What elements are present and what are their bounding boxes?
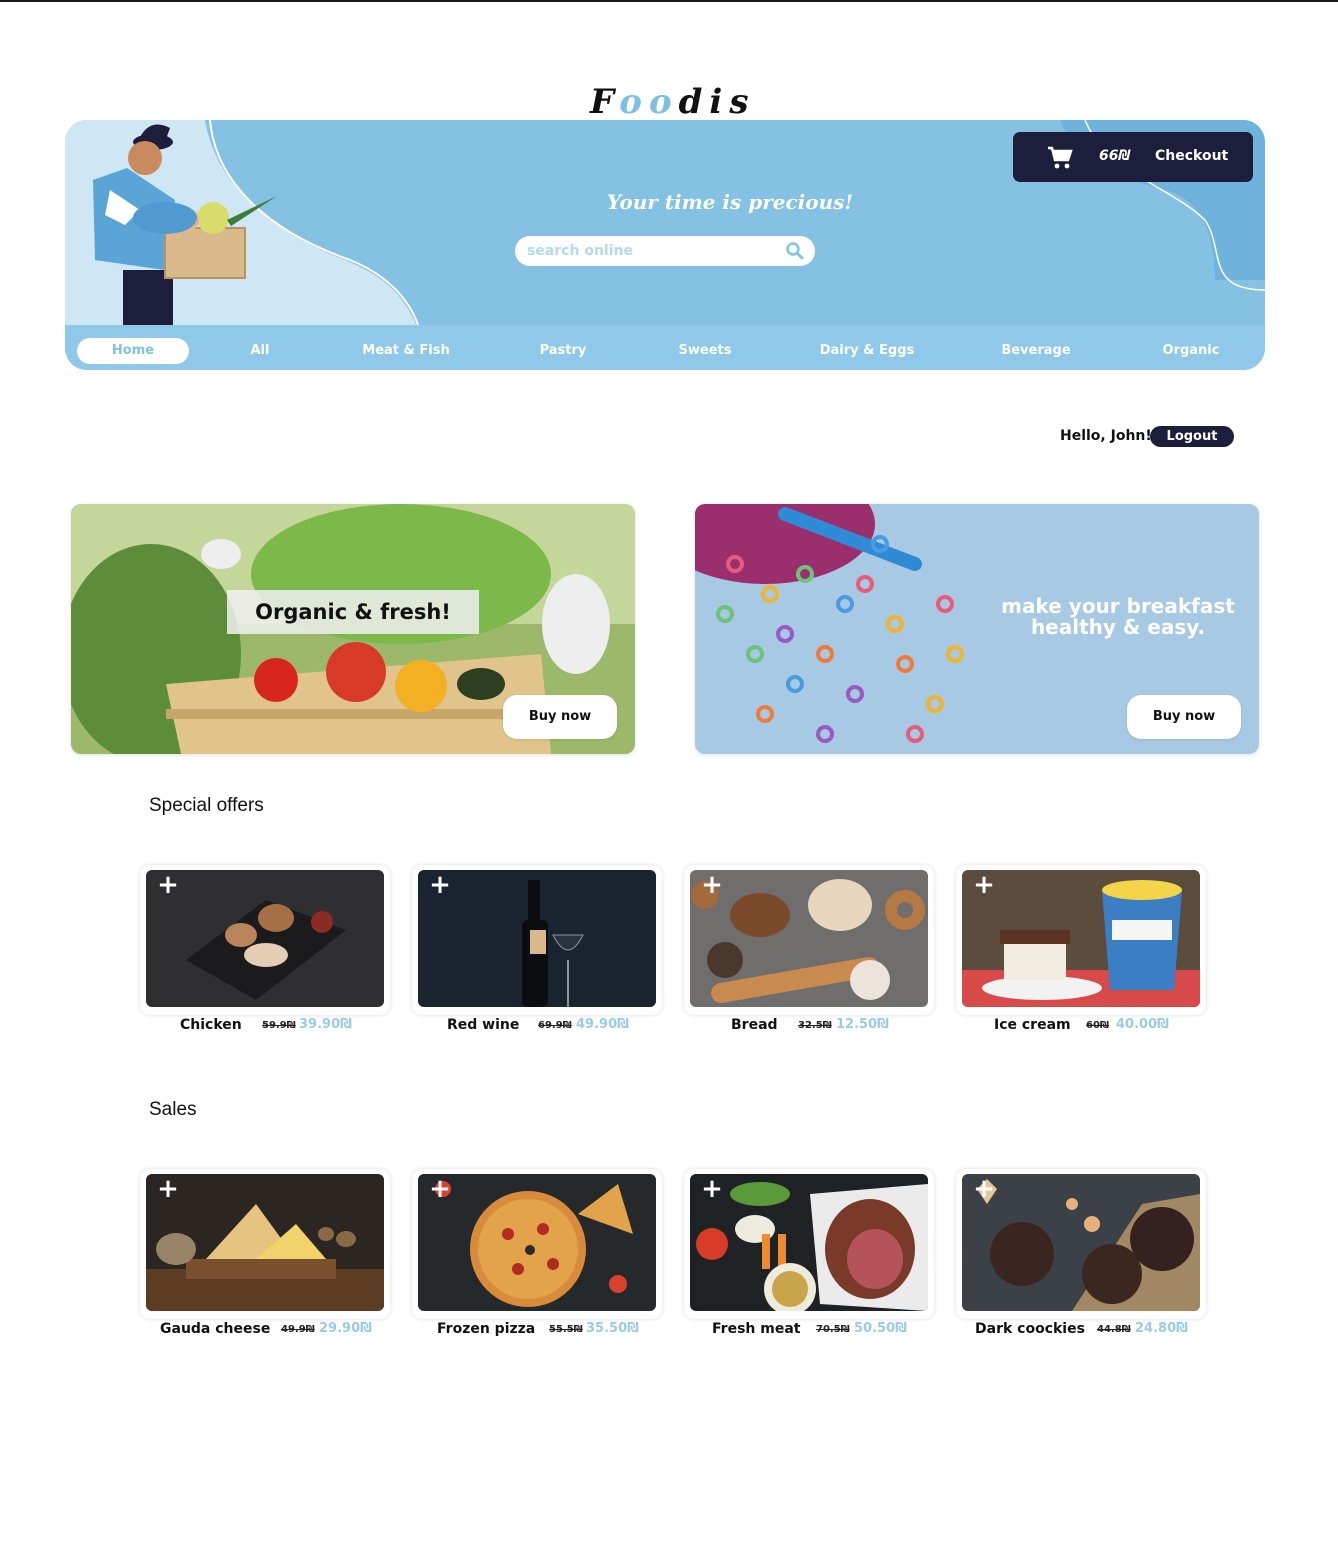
chicken-image (146, 870, 384, 1007)
add-to-cart-icon[interactable]: + (972, 1176, 996, 1202)
top-border (0, 0, 1338, 2)
new-price: 35.50₪ (586, 1321, 639, 1336)
add-to-cart-icon[interactable]: + (156, 1176, 180, 1202)
product-name: Ice cream (994, 1017, 1071, 1033)
new-price: 50.50₪ (854, 1321, 907, 1336)
add-to-cart-icon[interactable]: + (700, 1176, 724, 1202)
special-offers-title: Special offers (149, 795, 264, 816)
product-card-gauda-cheese[interactable]: + (140, 1169, 390, 1319)
new-price: 40.00₪ (1116, 1017, 1169, 1032)
nav-item-dairy-eggs[interactable]: Dairy & Eggs (815, 338, 919, 364)
nav-item-meat-fish[interactable]: Meat & Fish (355, 338, 457, 364)
promo-organic[interactable]: Organic & fresh! Buy now (71, 504, 635, 754)
old-price: 32.5₪ (798, 1020, 832, 1031)
logout-button[interactable]: Logout (1150, 426, 1234, 447)
product-card-ice-cream[interactable]: + (956, 865, 1206, 1015)
promo-organic-label: Organic & fresh! (227, 590, 479, 634)
product-name: Frozen pizza (437, 1321, 536, 1337)
product-name: Bread (731, 1017, 778, 1033)
search-bar[interactable] (515, 236, 815, 266)
old-price: 44.8₪ (1097, 1324, 1131, 1335)
sales-title: Sales (149, 1099, 197, 1120)
nav-item-beverage[interactable]: Beverage (993, 338, 1079, 364)
new-price: 39.90₪ (299, 1017, 352, 1032)
promo-breakfast[interactable]: make your breakfast healthy & easy. Buy … (695, 504, 1259, 754)
bread-image (690, 870, 928, 1007)
search-input[interactable] (527, 240, 777, 262)
product-name: Gauda cheese (160, 1321, 271, 1337)
old-price: 60₪ (1086, 1020, 1109, 1031)
product-name: Fresh meat (712, 1321, 801, 1337)
product-card-fresh-meat[interactable]: + (684, 1169, 934, 1319)
add-to-cart-icon[interactable]: + (972, 872, 996, 898)
buy-now-button[interactable]: Buy now (1127, 695, 1241, 739)
user-greeting: Hello, John! (1060, 428, 1152, 444)
add-to-cart-icon[interactable]: + (156, 872, 180, 898)
nav-item-sweets[interactable]: Sweets (665, 338, 745, 364)
add-to-cart-icon[interactable]: + (428, 1176, 452, 1202)
search-icon[interactable] (785, 241, 805, 261)
checkout-button[interactable]: Checkout (1155, 148, 1228, 164)
cart-icon[interactable] (1047, 146, 1073, 170)
nav-item-home[interactable]: Home (77, 338, 189, 364)
cookies-image (962, 1174, 1200, 1311)
add-to-cart-icon[interactable]: + (428, 872, 452, 898)
product-card-chicken[interactable]: + (140, 865, 390, 1015)
old-price: 49.9₪ (281, 1324, 315, 1335)
nav-item-pastry[interactable]: Pastry (525, 338, 601, 364)
cart-total: 66₪ (1099, 148, 1131, 164)
nav-item-all[interactable]: All (230, 338, 290, 364)
cheese-image (146, 1174, 384, 1311)
old-price: 69.9₪ (538, 1020, 572, 1031)
nav-item-organic[interactable]: Organic (1151, 338, 1231, 364)
new-price: 12.50₪ (836, 1017, 889, 1032)
foodis-logo[interactable]: Foodis (590, 80, 749, 124)
add-to-cart-icon[interactable]: + (700, 872, 724, 898)
product-card-bread[interactable]: + (684, 865, 934, 1015)
category-nav: Home All Meat & Fish Pastry Sweets Dairy… (65, 325, 1265, 370)
old-price: 55.5₪ (549, 1324, 583, 1335)
meat-image (690, 1174, 928, 1311)
header-banner: Your time is precious! 66₪ Checkout Home… (65, 120, 1265, 370)
product-name: Dark coockies (975, 1321, 1085, 1337)
tagline: Your time is precious! (606, 190, 854, 214)
product-card-frozen-pizza[interactable]: + (412, 1169, 662, 1319)
old-price: 59.9₪ (262, 1020, 296, 1031)
old-price: 70.5₪ (816, 1324, 850, 1335)
product-name: Chicken (180, 1017, 242, 1033)
product-name: Red wine (447, 1017, 520, 1033)
pizza-image (418, 1174, 656, 1311)
cart-checkout-box[interactable]: 66₪ Checkout (1013, 132, 1253, 182)
new-price: 49.90₪ (576, 1017, 629, 1032)
product-card-red-wine[interactable]: + (412, 865, 662, 1015)
ice-cream-image (962, 870, 1200, 1007)
red-wine-image (418, 870, 656, 1007)
new-price: 24.80₪ (1135, 1321, 1188, 1336)
new-price: 29.90₪ (319, 1321, 372, 1336)
buy-now-button[interactable]: Buy now (503, 695, 617, 739)
product-card-dark-cookies[interactable]: + (956, 1169, 1206, 1319)
promo-breakfast-text: make your breakfast healthy & easy. (1001, 594, 1235, 639)
